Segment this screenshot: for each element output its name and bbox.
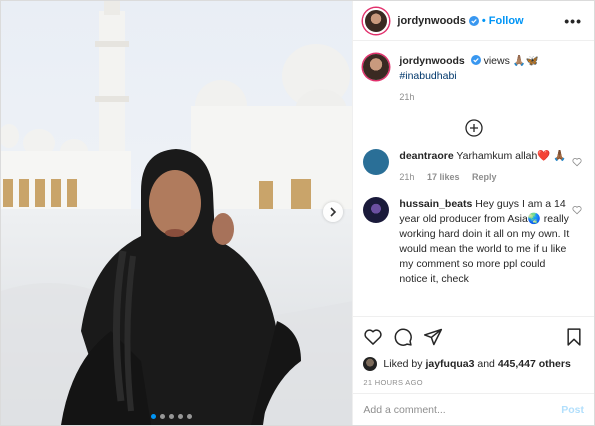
caption-hashtag[interactable]: #inabudhabi [399,70,456,82]
carousel-indicator [151,414,192,419]
comment-username[interactable]: hussain_beats [399,198,472,210]
instagram-post: jordynwoods • Follow ••• jordynwoods vie… [0,0,595,426]
comment-body: deantraore Yarhamkum allah❤️ 🙏🏾 21h 17 l… [399,149,569,185]
caption-row: jordynwoods views 🙏🏽🦋 #inabudhabi 21h [363,54,584,105]
liker-username[interactable]: jayfuqua3 [425,358,474,370]
add-comment-bar: Post [353,393,594,425]
carousel-dot [160,414,165,419]
heart-icon[interactable] [363,327,383,347]
likes-others[interactable]: 445,447 others [498,358,571,370]
add-comments-icon[interactable] [465,119,483,137]
likes-prefix: Liked by [383,358,423,370]
carousel-dot [178,414,183,419]
post-comment-button[interactable]: Post [561,404,584,416]
caption-author-avatar[interactable] [363,54,390,80]
comment-input[interactable] [363,403,562,416]
comment-text: Hey guys I am a 14 year old producer fro… [399,198,570,285]
commenter-avatar[interactable] [363,197,390,223]
comment-time[interactable]: 21h [399,172,414,182]
caption-text: views 🙏🏽🦋 [483,55,539,67]
comment-likes[interactable]: 17 likes [427,172,460,182]
post-actions-section: Liked by jayfuqua3 and 445,447 others 21… [353,316,594,387]
carousel-dot [169,414,174,419]
post-side-panel: jordynwoods • Follow ••• jordynwoods vie… [352,1,594,425]
comments-list[interactable]: jordynwoods views 🙏🏽🦋 #inabudhabi 21h de… [353,42,594,316]
action-buttons [363,325,584,349]
likes-summary: Liked by jayfuqua3 and 445,447 others [363,357,584,371]
commenter-avatar[interactable] [363,149,390,175]
comment-icon[interactable] [393,327,413,347]
comment-row: hussain_beats Hey guys I am a 14 year ol… [363,197,584,287]
reply-button[interactable]: Reply [472,172,497,182]
post-header: jordynwoods • Follow ••• [353,1,594,41]
verified-icon [468,15,479,26]
likes-conjunction: and [477,358,495,370]
next-slide-button[interactable] [323,202,343,222]
share-icon[interactable] [423,327,443,347]
liker-avatar[interactable] [363,357,378,371]
more-icon[interactable]: ••• [564,13,582,29]
carousel-dot [151,414,156,419]
caption-meta: 21h [399,90,569,105]
caption-body: jordynwoods views 🙏🏽🦋 #inabudhabi 21h [399,54,569,105]
next-arrow-icon [330,207,337,217]
follow-label: Follow [488,14,524,27]
heart-icon[interactable] [572,157,582,167]
comment-row: deantraore Yarhamkum allah❤️ 🙏🏾 21h 17 l… [363,149,584,185]
follow-button[interactable]: • Follow [482,15,524,27]
comment-meta: 21h 17 likes Reply [399,170,569,185]
heart-icon[interactable] [572,205,582,215]
author-avatar[interactable] [363,7,390,34]
verified-icon [470,55,481,65]
comment-body: hussain_beats Hey guys I am a 14 year ol… [399,197,569,287]
mosque-portrait-image [1,1,353,425]
comment-username[interactable]: deantraore [399,150,453,162]
comment-text: Yarhamkum allah❤️ 🙏🏾 [456,150,567,162]
carousel-dot [187,414,192,419]
caption-username[interactable]: jordynwoods [399,55,464,67]
load-more-comments [363,119,584,137]
post-timestamp[interactable]: 21 HOURS AGO [363,378,584,387]
caption-time[interactable]: 21h [399,92,414,102]
author-username[interactable]: jordynwoods [397,15,465,27]
bookmark-icon[interactable] [564,327,584,347]
post-photo[interactable] [1,1,353,425]
